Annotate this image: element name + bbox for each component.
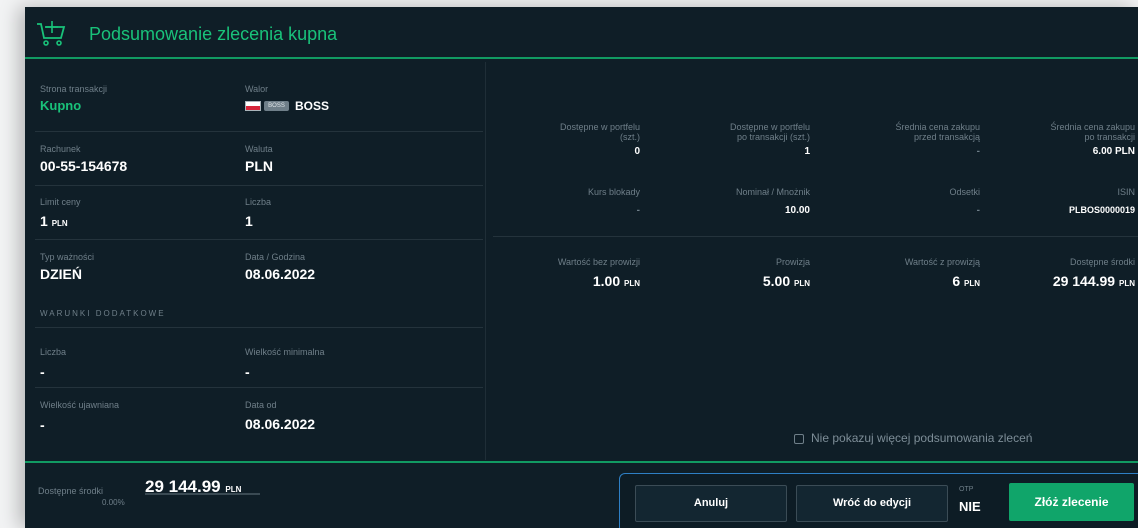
currency-value: PLN bbox=[245, 158, 273, 174]
action-bar: Anuluj Wróć do edycji OTP NIE Złóż zlece… bbox=[619, 473, 1138, 528]
fee-value: 5.00 PLN bbox=[665, 273, 810, 289]
price-limit-label: Limit ceny bbox=[40, 197, 81, 207]
instrument-label: Walor bbox=[245, 84, 269, 94]
portfolio-after-label: Dostępne w portfelu bbox=[729, 122, 810, 132]
avg-price-before-label: Średnia cena zakupu bbox=[895, 122, 980, 132]
transaction-side-value: Kupno bbox=[40, 98, 82, 113]
avg-price-before-block: Średnia cena zakupu przed transakcją - bbox=[830, 122, 980, 157]
price-limit-unit: PLN bbox=[51, 219, 68, 228]
order-summary-modal: Podsumowanie zlecenia kupna Strona trans… bbox=[25, 7, 1138, 528]
account-value: 00-55-154678 bbox=[40, 158, 128, 174]
isin-value: PLBOS0000019 bbox=[1068, 205, 1135, 215]
avg-price-before-label2: przed transakcją bbox=[913, 132, 980, 142]
lock-rate-block: Kurs blokady - bbox=[500, 187, 640, 216]
interest-label: Odsetki bbox=[949, 187, 980, 197]
nominal-value: 10.00 bbox=[784, 205, 810, 216]
account-label: Rachunek bbox=[40, 144, 81, 154]
avg-price-after-block: Średnia cena zakupu po transakcji 6.00 P… bbox=[1005, 122, 1135, 157]
back-to-edit-button[interactable]: Wróć do edycji bbox=[796, 485, 948, 522]
disclosed-size-label: Wielkość ujawniana bbox=[40, 400, 120, 410]
cart-plus-icon bbox=[37, 21, 66, 46]
no-summary-checkbox[interactable] bbox=[794, 434, 804, 444]
date-from-label: Data od bbox=[245, 400, 277, 410]
avg-price-before-value: - bbox=[976, 146, 980, 157]
isin-block: ISIN PLBOS0000019 bbox=[1005, 187, 1135, 215]
min-size-label: Wielkość minimalna bbox=[245, 347, 325, 357]
value-with-fee-label: Wartość z prowizją bbox=[904, 257, 980, 267]
value-with-fee-value: 6 PLN bbox=[830, 273, 980, 289]
price-limit-value: 1 PLN bbox=[40, 213, 68, 229]
value-without-fee-unit: PLN bbox=[624, 279, 640, 288]
extra-quantity-label: Liczba bbox=[40, 347, 67, 357]
poland-flag-icon bbox=[245, 101, 261, 111]
fee-unit: PLN bbox=[794, 279, 810, 288]
fee-block: Prowizja 5.00 PLN bbox=[665, 257, 810, 289]
portfolio-after-label2: po transakcji (szt.) bbox=[736, 132, 810, 142]
interest-block: Odsetki - bbox=[830, 187, 980, 216]
modal-header: Podsumowanie zlecenia kupna bbox=[25, 7, 1138, 59]
otp-value: NIE bbox=[959, 499, 981, 514]
min-size-value: - bbox=[245, 364, 250, 380]
quantity-label: Liczba bbox=[245, 197, 272, 207]
value-without-fee-value: 1.00 PLN bbox=[500, 273, 640, 289]
date-from-value: 08.06.2022 bbox=[245, 416, 316, 432]
validity-type-label: Typ ważności bbox=[40, 252, 95, 262]
available-funds-unit: PLN bbox=[1119, 279, 1135, 288]
avg-price-after-label: Średnia cena zakupu bbox=[1050, 122, 1135, 132]
currency-label: Waluta bbox=[245, 144, 273, 154]
validity-type-value: DZIEŃ bbox=[40, 266, 82, 282]
portfolio-after-block: Dostępne w portfelu po transakcji (szt.)… bbox=[665, 122, 810, 157]
cancel-button[interactable]: Anuluj bbox=[635, 485, 787, 522]
avg-price-after-label2: po transakcji bbox=[1084, 132, 1135, 142]
disclosed-size-value: - bbox=[40, 417, 45, 433]
lock-rate-value: - bbox=[636, 205, 640, 216]
value-with-fee-unit: PLN bbox=[964, 279, 980, 288]
value-without-fee-amount: 1.00 bbox=[592, 273, 621, 289]
portfolio-after-value: 1 bbox=[804, 146, 810, 157]
value-without-fee-label: Wartość bez prowizji bbox=[557, 257, 640, 267]
isin-label: ISIN bbox=[1117, 187, 1135, 197]
datetime-label: Data / Godzina bbox=[245, 252, 306, 262]
portfolio-available-value: 0 bbox=[634, 146, 640, 157]
portfolio-available-label: Dostępne w portfelu bbox=[559, 122, 640, 132]
no-summary-checkbox-label[interactable]: Nie pokazuj więcej podsumowania zleceń bbox=[811, 431, 1032, 445]
footer-funds-label: Dostępne środki bbox=[38, 486, 104, 496]
available-funds-amount: 29 144.99 bbox=[1052, 273, 1116, 289]
instrument-badge: BOSS bbox=[264, 101, 289, 111]
available-funds-value: 29 144.99 PLN bbox=[1005, 273, 1135, 289]
available-funds-label: Dostępne środki bbox=[1069, 257, 1135, 267]
fee-label: Prowizja bbox=[775, 257, 810, 267]
footer-divider bbox=[25, 461, 1138, 463]
portfolio-available-block: Dostępne w portfelu (szt.) 0 bbox=[500, 122, 640, 157]
fee-amount: 5.00 bbox=[762, 273, 791, 289]
value-without-fee-block: Wartość bez prowizji 1.00 PLN bbox=[500, 257, 640, 289]
extra-conditions-heading: WARUNKI DODATKOWE bbox=[40, 309, 166, 318]
value-with-fee-block: Wartość z prowizją 6 PLN bbox=[830, 257, 980, 289]
lock-rate-label: Kurs blokady bbox=[587, 187, 640, 197]
portfolio-available-label2: (szt.) bbox=[620, 132, 640, 142]
available-funds-block: Dostępne środki 29 144.99 PLN bbox=[1005, 257, 1135, 289]
nominal-block: Nominał / Mnożnik 10.00 bbox=[665, 187, 810, 216]
funds-progress-bar bbox=[145, 493, 260, 495]
extra-quantity-value: - bbox=[40, 364, 45, 380]
quantity-value: 1 bbox=[245, 213, 253, 229]
interest-value: - bbox=[976, 205, 980, 216]
instrument-name: BOSS bbox=[295, 99, 330, 113]
price-limit-amount: 1 bbox=[40, 213, 48, 229]
page-title: Podsumowanie zlecenia kupna bbox=[89, 24, 338, 44]
transaction-side-label: Strona transakcji bbox=[40, 84, 108, 94]
footer-funds-percent: 0.00% bbox=[102, 498, 125, 507]
submit-order-button[interactable]: Złóż zlecenie bbox=[1009, 483, 1134, 521]
avg-price-after-value: 6.00 PLN bbox=[1092, 146, 1135, 157]
datetime-value: 08.06.2022 bbox=[245, 266, 316, 282]
nominal-label: Nominał / Mnożnik bbox=[735, 187, 810, 197]
otp-label: OTP bbox=[959, 486, 974, 493]
value-with-fee-amount: 6 bbox=[952, 273, 961, 289]
